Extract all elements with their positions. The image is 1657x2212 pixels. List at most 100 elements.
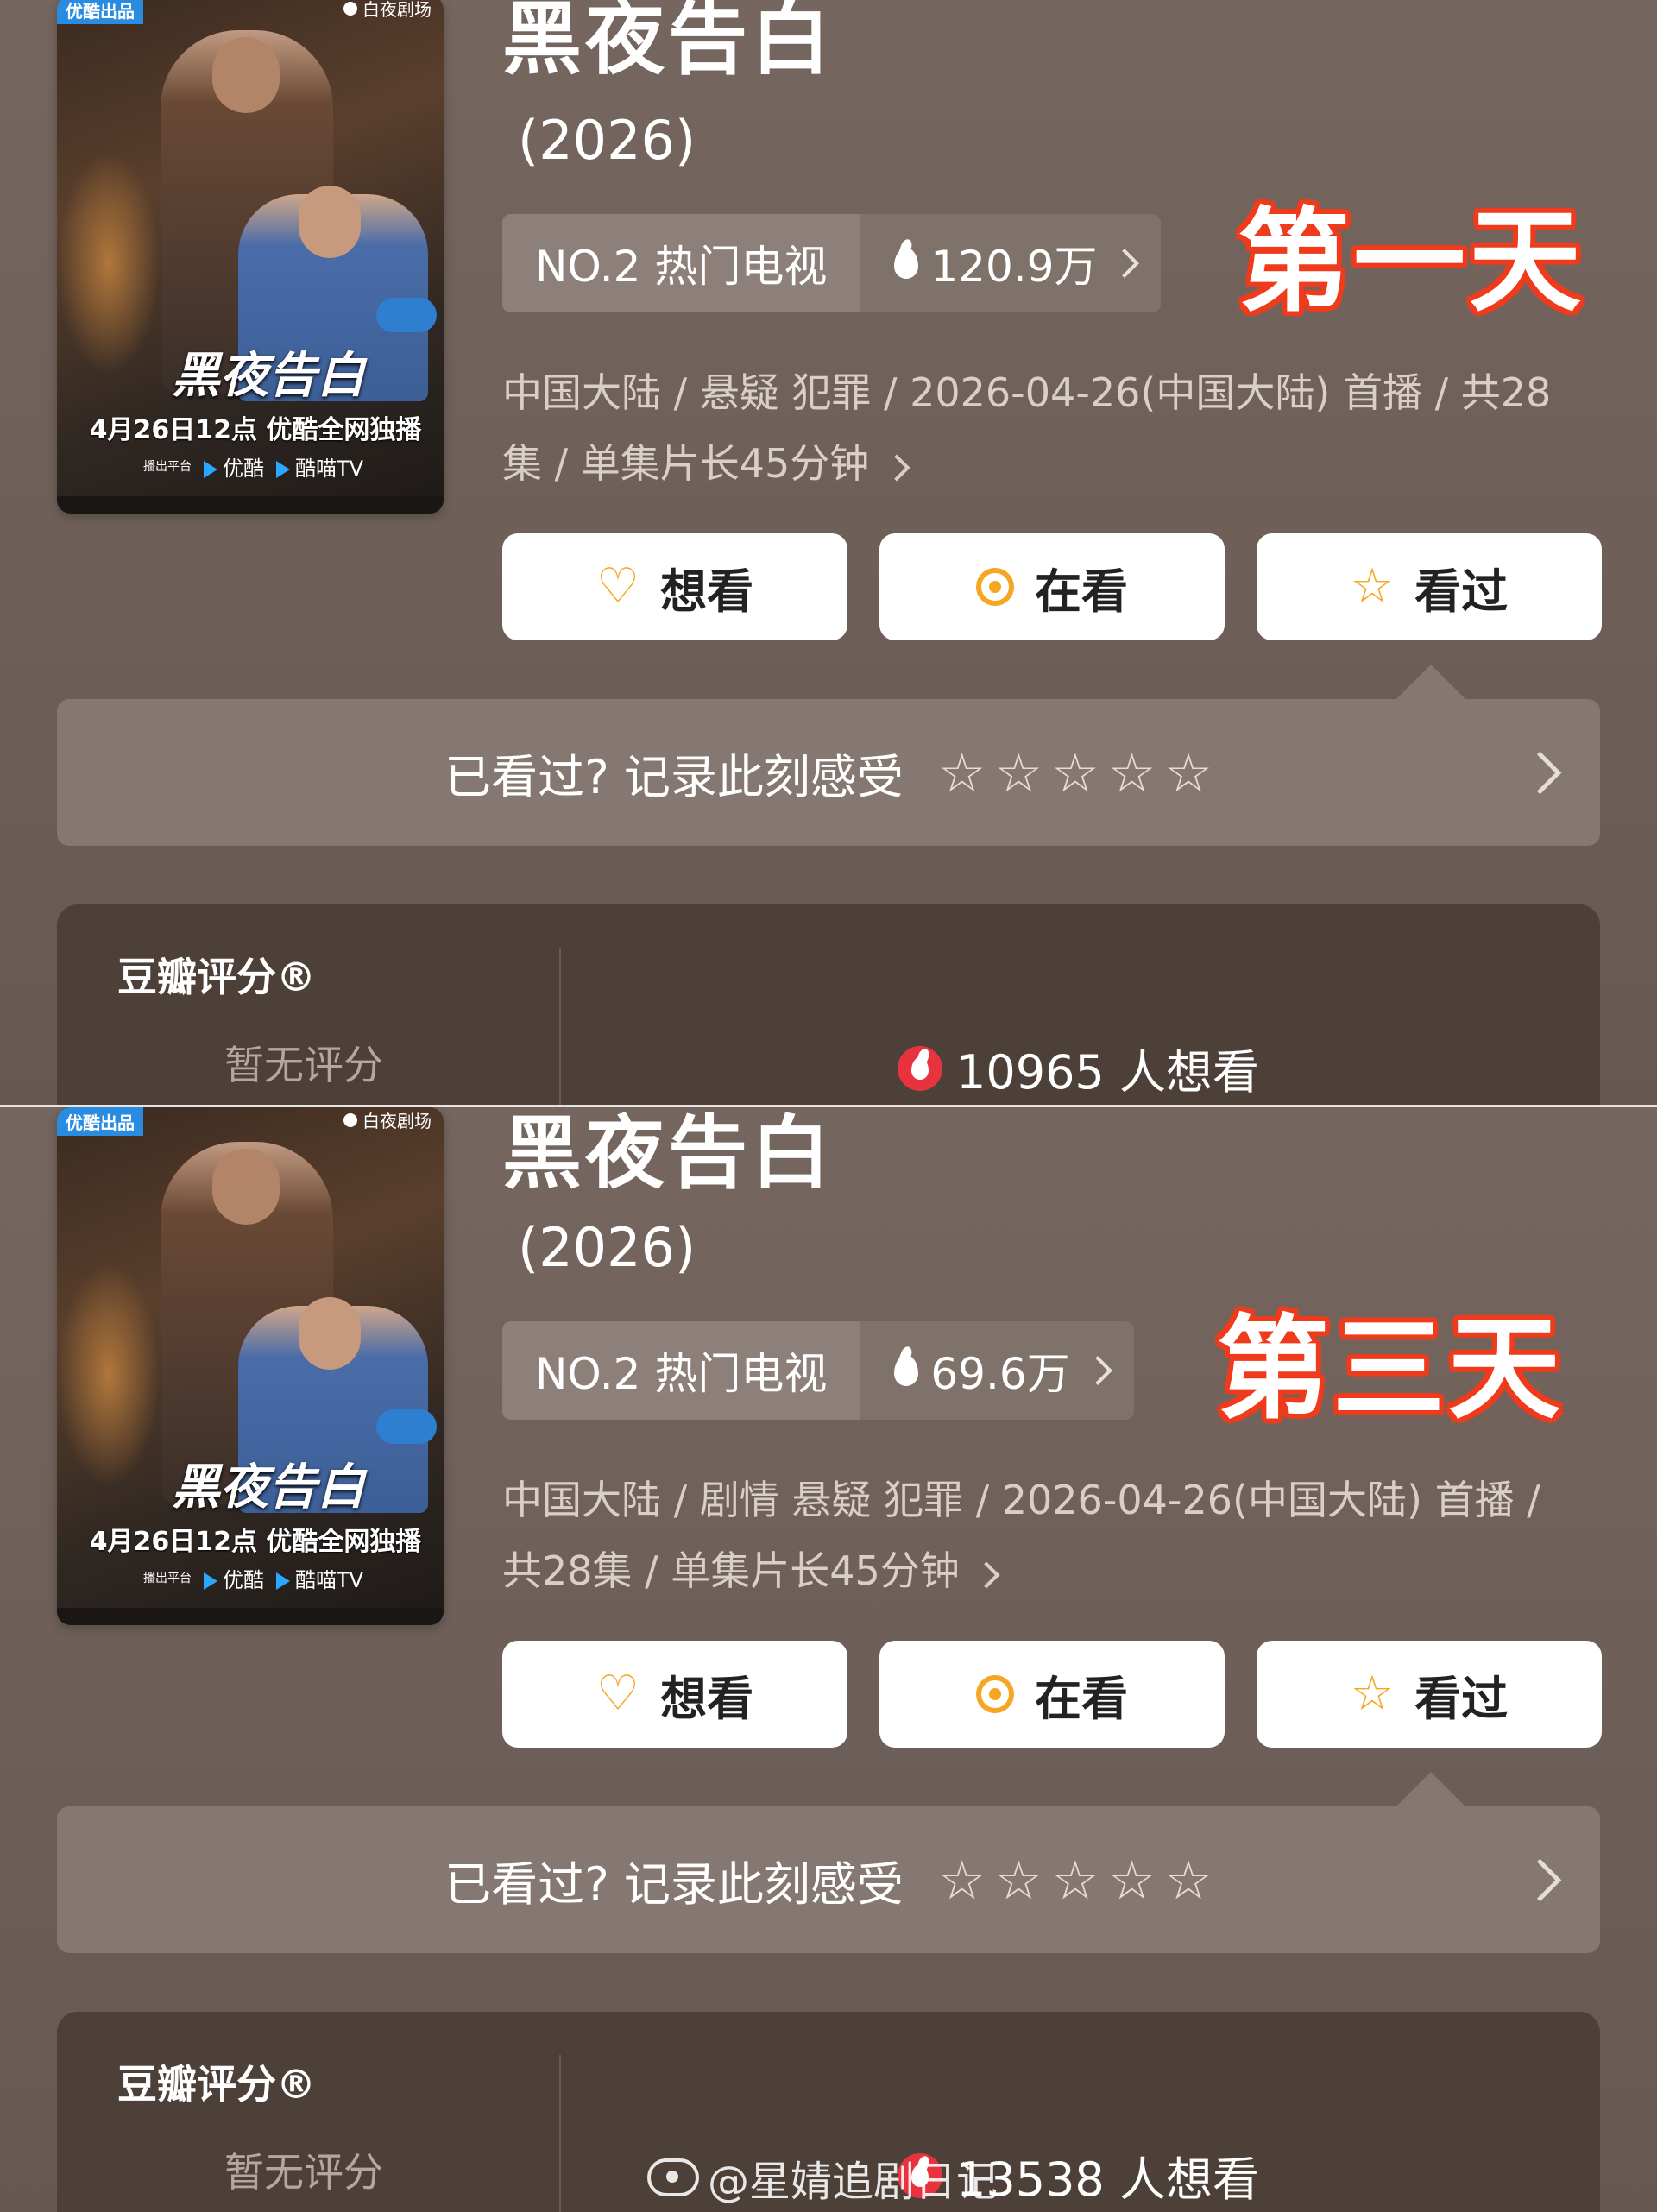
want-label: 想看 bbox=[660, 1671, 754, 1726]
poster-shoe bbox=[376, 1409, 437, 1444]
douban-score-label: 豆瓣评分® bbox=[117, 954, 316, 1000]
fire-icon bbox=[898, 1045, 942, 1091]
poster-credits-strip bbox=[57, 1608, 444, 1625]
poster-head bbox=[299, 1297, 361, 1370]
want-button[interactable]: ♡ 想看 bbox=[502, 533, 847, 640]
want-count-text: 13538 人想看 bbox=[956, 2152, 1259, 2207]
rating-card: 豆瓣评分® 暂无评分 10965 人想看 bbox=[57, 904, 1600, 1105]
day-stamp: 第一天 bbox=[1238, 196, 1585, 327]
platform-kumiao: 酷喵TV bbox=[276, 451, 363, 482]
score-value: 暂无评分 bbox=[224, 1042, 383, 1088]
poster-shoe bbox=[376, 298, 437, 332]
poster-producer-tag: 优酷出品 bbox=[57, 1107, 143, 1136]
want-count-text: 10965 人想看 bbox=[956, 1045, 1259, 1100]
heat-value-box[interactable]: 120.9万 bbox=[860, 214, 1162, 312]
poster-head bbox=[212, 1149, 280, 1225]
star-icon[interactable]: ☆ bbox=[1108, 741, 1156, 804]
show-meta[interactable]: 中国大陆 / 剧情 悬疑 犯罪 / 2026-04-26(中国大陆) 首播 / … bbox=[502, 1465, 1590, 1606]
rank-label: NO.2 热门电视 bbox=[502, 1321, 860, 1420]
star-icon[interactable]: ☆ bbox=[1164, 741, 1213, 804]
watermark-text: @星婧追剧日记 bbox=[708, 2158, 999, 2206]
screenshot-day-three: 优酷出品 白夜剧场 黑夜告白 4月26日12点 优酷全网独播 播出平台 优酷 酷… bbox=[0, 1107, 1657, 2212]
star-icon[interactable]: ☆ bbox=[995, 1849, 1043, 1912]
douban-score-label: 豆瓣评分® bbox=[117, 2061, 316, 2108]
poster-platform-label: 播出平台 bbox=[143, 459, 192, 474]
rating-stars[interactable]: ☆ ☆ ☆ ☆ ☆ bbox=[938, 1849, 1213, 1912]
star-icon[interactable]: ☆ bbox=[938, 1849, 986, 1912]
flame-icon bbox=[911, 1056, 929, 1080]
watched-label: 看过 bbox=[1414, 564, 1509, 619]
target-icon bbox=[976, 1675, 1014, 1713]
rating-stars[interactable]: ☆ ☆ ☆ ☆ ☆ bbox=[938, 741, 1213, 804]
watched-button[interactable]: ☆ 看过 bbox=[1257, 1641, 1602, 1748]
watching-button[interactable]: 在看 bbox=[879, 1641, 1225, 1748]
poster-image[interactable]: 优酷出品 白夜剧场 黑夜告白 4月26日12点 优酷全网独播 播出平台 优酷 酷… bbox=[57, 1107, 444, 1625]
heat-value: 120.9万 bbox=[930, 242, 1098, 292]
meta-text: 中国大陆 / 悬疑 犯罪 / 2026-04-26(中国大陆) 首播 / 共28… bbox=[502, 369, 1552, 487]
poster-theater-label: 白夜剧场 bbox=[362, 0, 432, 20]
poster-title-art: 黑夜告白 bbox=[172, 1459, 365, 1516]
platform-name: 酷喵TV bbox=[295, 457, 364, 481]
rank-label: NO.2 热门电视 bbox=[502, 214, 860, 312]
watching-button[interactable]: 在看 bbox=[879, 533, 1225, 640]
show-meta[interactable]: 中国大陆 / 悬疑 犯罪 / 2026-04-26(中国大陆) 首播 / 共28… bbox=[502, 357, 1590, 499]
poster-title-art: 黑夜告白 bbox=[172, 347, 365, 404]
rank-chip[interactable]: NO.2 热门电视 69.6万 bbox=[502, 1321, 1134, 1420]
star-icon[interactable]: ☆ bbox=[995, 741, 1043, 804]
heart-plus-icon: ♡ bbox=[595, 1666, 640, 1722]
platform-name: 优酷 bbox=[223, 457, 264, 481]
poster-credits-strip bbox=[57, 496, 444, 514]
chevron-right-icon bbox=[1110, 249, 1140, 278]
youku-logo-icon bbox=[204, 461, 217, 478]
chevron-right-icon bbox=[1082, 1356, 1112, 1385]
poster-head bbox=[299, 186, 361, 258]
youku-logo-icon bbox=[204, 1572, 217, 1590]
platform-youku: 优酷 bbox=[204, 451, 264, 482]
poster-platform-label: 播出平台 bbox=[143, 1571, 192, 1585]
watched-label: 看过 bbox=[1414, 1671, 1509, 1726]
heat-value-box[interactable]: 69.6万 bbox=[860, 1321, 1134, 1420]
watched-button[interactable]: ☆ 看过 bbox=[1257, 533, 1602, 640]
flame-icon bbox=[894, 248, 919, 279]
record-feeling-bar[interactable]: 已看过? 记录此刻感受 ☆ ☆ ☆ ☆ ☆ bbox=[57, 699, 1600, 846]
score-value: 暂无评分 bbox=[224, 2149, 383, 2196]
heart-plus-icon: ♡ bbox=[595, 558, 640, 614]
record-feeling-bar[interactable]: 已看过? 记录此刻感受 ☆ ☆ ☆ ☆ ☆ bbox=[57, 1806, 1600, 1953]
platform-youku: 优酷 bbox=[204, 1563, 264, 1593]
star-icon[interactable]: ☆ bbox=[938, 741, 986, 804]
popover-pointer bbox=[1396, 1772, 1465, 1806]
star-icon: ☆ bbox=[1350, 558, 1395, 614]
watching-label: 在看 bbox=[1035, 564, 1128, 619]
want-count: 10965 人想看 bbox=[898, 1034, 1259, 1102]
want-button[interactable]: ♡ 想看 bbox=[502, 1641, 847, 1748]
poster-producer-tag: 优酷出品 bbox=[57, 0, 143, 24]
poster-air-info: 4月26日12点 优酷全网独播 bbox=[89, 1527, 422, 1557]
show-year: (2026) bbox=[518, 109, 696, 172]
star-icon[interactable]: ☆ bbox=[1051, 741, 1099, 804]
screenshot-day-one: 优酷出品 白夜剧场 黑夜告白 4月26日12点 优酷全网独播 播出平台 优酷 酷… bbox=[0, 0, 1657, 1105]
star-icon[interactable]: ☆ bbox=[1108, 1849, 1156, 1912]
target-icon bbox=[976, 568, 1014, 606]
chevron-right-icon[interactable] bbox=[1518, 751, 1562, 795]
poster-theater-tag: 白夜剧场 bbox=[343, 0, 432, 21]
poster-platforms: 播出平台 优酷 酷喵TV bbox=[143, 1563, 363, 1593]
weibo-watermark: @星婧追剧日记 bbox=[647, 2147, 998, 2208]
divider bbox=[559, 948, 561, 1105]
record-label: 已看过? 记录此刻感受 bbox=[444, 749, 904, 804]
show-title: 黑夜告白 bbox=[502, 1107, 835, 1200]
meta-text: 中国大陆 / 剧情 悬疑 犯罪 / 2026-04-26(中国大陆) 首播 / … bbox=[502, 1477, 1540, 1594]
popover-pointer bbox=[1396, 665, 1465, 699]
show-year: (2026) bbox=[518, 1216, 696, 1279]
heat-value: 69.6万 bbox=[930, 1349, 1070, 1399]
platform-name: 酷喵TV bbox=[295, 1568, 364, 1592]
divider bbox=[559, 2055, 561, 2212]
kumiao-logo-icon bbox=[276, 461, 290, 478]
star-icon[interactable]: ☆ bbox=[1051, 1849, 1099, 1912]
chevron-right-icon[interactable] bbox=[1518, 1858, 1562, 1902]
poster-air-info: 4月26日12点 优酷全网独播 bbox=[89, 415, 422, 445]
poster-image[interactable]: 优酷出品 白夜剧场 黑夜告白 4月26日12点 优酷全网独播 播出平台 优酷 酷… bbox=[57, 0, 444, 514]
poster-head bbox=[212, 37, 280, 113]
show-title: 黑夜告白 bbox=[502, 0, 835, 85]
star-icon[interactable]: ☆ bbox=[1164, 1849, 1213, 1912]
rank-chip[interactable]: NO.2 热门电视 120.9万 bbox=[502, 214, 1162, 312]
